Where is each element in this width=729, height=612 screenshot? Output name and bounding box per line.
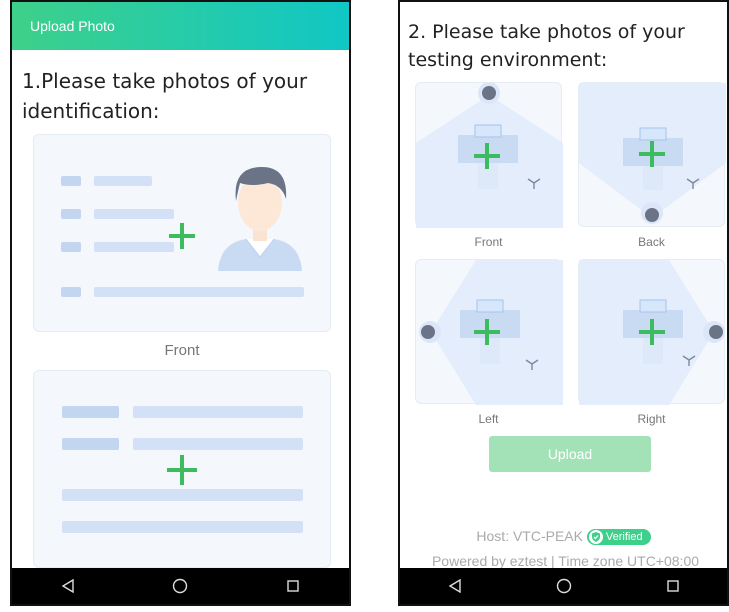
avatar-illustration: [218, 167, 302, 271]
plus-icon: [639, 141, 665, 167]
id-photo-screen: Upload Photo 1.Please take photos of you…: [10, 0, 351, 606]
nav-back-button[interactable]: [53, 571, 83, 601]
verified-badge: Verified: [586, 529, 651, 546]
nav-home-button[interactable]: [165, 571, 195, 601]
label-env-back: Back: [638, 235, 665, 249]
plus-icon: [167, 455, 197, 485]
nav-home-button[interactable]: [549, 571, 579, 601]
shield-check-icon: [588, 530, 603, 545]
nav-recents-button[interactable]: [278, 571, 308, 601]
label-env-front: Front: [474, 235, 503, 249]
nav-back-button[interactable]: [440, 571, 470, 601]
back-triangle-icon: [448, 579, 461, 593]
environment-photo-screen: 2. Please take photos of your testing en…: [398, 0, 729, 606]
host-line: Host: VTC-PEAK Verified: [400, 528, 727, 546]
host-text: Host: VTC-PEAK: [476, 528, 583, 544]
home-circle-icon: [173, 578, 188, 594]
recent-square-icon: [666, 580, 679, 592]
env-right-upload-card[interactable]: [578, 259, 725, 405]
plus-icon: [474, 143, 500, 169]
label-env-left: Left: [478, 412, 499, 426]
plus-icon: [169, 223, 195, 249]
env-left-upload-card[interactable]: [415, 259, 563, 405]
powered-by-text: Powered by eztest | Time zone UTC+08:00: [431, 553, 700, 569]
id-front-upload-card[interactable]: [33, 134, 331, 332]
env-front-upload-card[interactable]: [415, 82, 563, 228]
back-triangle-icon: [61, 579, 74, 593]
android-nav-bar: [12, 568, 349, 604]
label-env-right: Right: [637, 412, 666, 426]
label-id-front: Front: [164, 342, 200, 359]
header-title: Upload Photo: [30, 18, 115, 34]
android-nav-bar: [400, 568, 727, 604]
env-back-upload-card[interactable]: [578, 82, 726, 227]
upload-button[interactable]: Upload: [489, 436, 651, 472]
home-circle-icon: [556, 578, 571, 594]
nav-recents-button[interactable]: [658, 571, 688, 601]
section-title-identification: 1.Please take photos of your identificat…: [22, 69, 308, 123]
id-back-upload-card[interactable]: [33, 370, 331, 568]
section-title-environment: 2. Please take photos of your testing en…: [408, 21, 685, 71]
recent-square-icon: [287, 580, 299, 592]
header-bar: Upload Photo: [12, 2, 349, 50]
plus-icon: [639, 319, 665, 345]
plus-icon: [474, 319, 500, 345]
verified-label: Verified: [605, 531, 643, 544]
